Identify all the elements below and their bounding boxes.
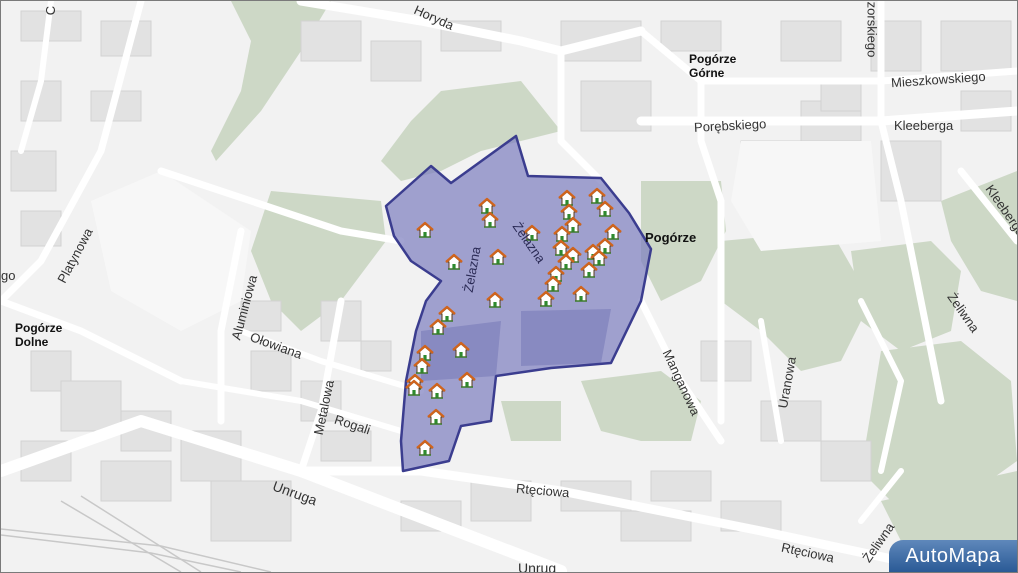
open-area-east bbox=[731, 141, 881, 251]
place-label-pogorze: Pogórze bbox=[645, 230, 697, 245]
street-label-unruga-2: Unrug bbox=[518, 560, 557, 573]
place-label-pogorze-dolne: Pogórze Dolne bbox=[15, 321, 63, 349]
map-base-layer bbox=[1, 1, 1017, 572]
street-label-porebskiego: Porębskiego bbox=[693, 116, 767, 135]
street-label-zorskiego: zorskiego bbox=[864, 1, 880, 58]
map-canvas[interactable]: Horyda zorskiego Mieszkowskiego Porębski… bbox=[0, 0, 1018, 573]
automapa-logo: AutoMapa bbox=[889, 540, 1017, 572]
street-label-go-edge: go bbox=[1, 268, 16, 283]
logo-text: AutoMapa bbox=[905, 544, 1001, 567]
street-label-c-edge: C bbox=[43, 5, 59, 16]
place-label-pogorze-gorne: Pogórze Górne bbox=[689, 52, 737, 80]
street-label-kleeberga: Kleeberga bbox=[894, 118, 954, 133]
